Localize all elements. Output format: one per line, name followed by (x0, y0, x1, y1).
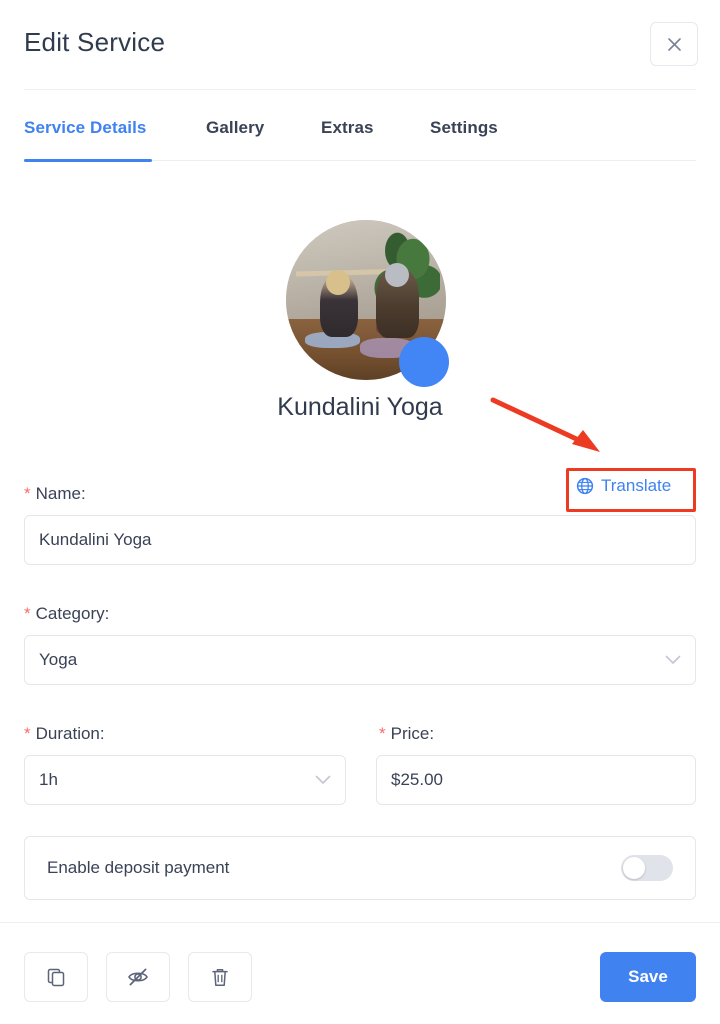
category-label-text: Category: (35, 604, 110, 623)
translate-label: Translate (601, 476, 672, 495)
avatar-edit-badge-icon[interactable] (399, 337, 449, 387)
name-label: * Name: (24, 484, 86, 504)
price-input[interactable]: $25.00 (376, 755, 696, 805)
eye-off-icon (127, 967, 149, 987)
category-label: * Category: (24, 604, 109, 624)
category-required-asterisk: * (24, 604, 31, 623)
close-icon (667, 37, 682, 52)
name-required-asterisk: * (24, 484, 31, 503)
toggle-knob (623, 857, 645, 879)
duration-select[interactable]: 1h (24, 755, 346, 805)
deposit-payment-toggle[interactable] (621, 855, 673, 881)
active-tab-indicator (24, 159, 152, 162)
header-divider (24, 89, 696, 90)
duration-label-text: Duration: (35, 724, 105, 743)
deposit-payment-label: Enable deposit payment (47, 858, 230, 877)
price-required-asterisk: * (379, 724, 386, 743)
service-name-heading: Kundalini Yoga (277, 393, 443, 421)
duplicate-button[interactable] (24, 952, 88, 1002)
category-select[interactable]: Yoga (24, 635, 696, 685)
name-label-text: Name: (35, 484, 86, 503)
service-avatar-wrap (286, 220, 449, 387)
copy-icon (46, 967, 66, 987)
duration-required-asterisk: * (24, 724, 31, 743)
tab-bar: Service Details Gallery Extras Settings (0, 118, 720, 163)
delete-button[interactable] (188, 952, 252, 1002)
category-value: Yoga (39, 650, 78, 669)
tab-extras[interactable]: Extras (321, 118, 374, 138)
price-label: * Price: (379, 724, 434, 744)
page-title: Edit Service (24, 27, 166, 57)
hide-button[interactable] (106, 952, 170, 1002)
modal-header: Edit Service (0, 0, 720, 90)
trash-icon (210, 967, 230, 988)
tab-gallery[interactable]: Gallery (206, 118, 264, 138)
price-label-text: Price: (390, 724, 435, 743)
translate-button[interactable]: Translate (576, 476, 671, 496)
duration-label: * Duration: (24, 724, 105, 744)
edit-service-modal: Edit Service Service Details Gallery Ext… (0, 0, 720, 1024)
footer-divider (0, 922, 720, 923)
chevron-down-icon (315, 770, 331, 790)
tab-settings[interactable]: Settings (430, 118, 498, 138)
chevron-down-icon (665, 650, 681, 670)
deposit-payment-row: Enable deposit payment (24, 836, 696, 900)
tab-service-details[interactable]: Service Details (24, 118, 146, 138)
globe-icon (576, 477, 594, 495)
save-button[interactable]: Save (600, 952, 696, 1002)
duration-value: 1h (39, 770, 58, 789)
name-input[interactable]: Kundalini Yoga (24, 515, 696, 565)
close-button[interactable] (650, 22, 698, 66)
